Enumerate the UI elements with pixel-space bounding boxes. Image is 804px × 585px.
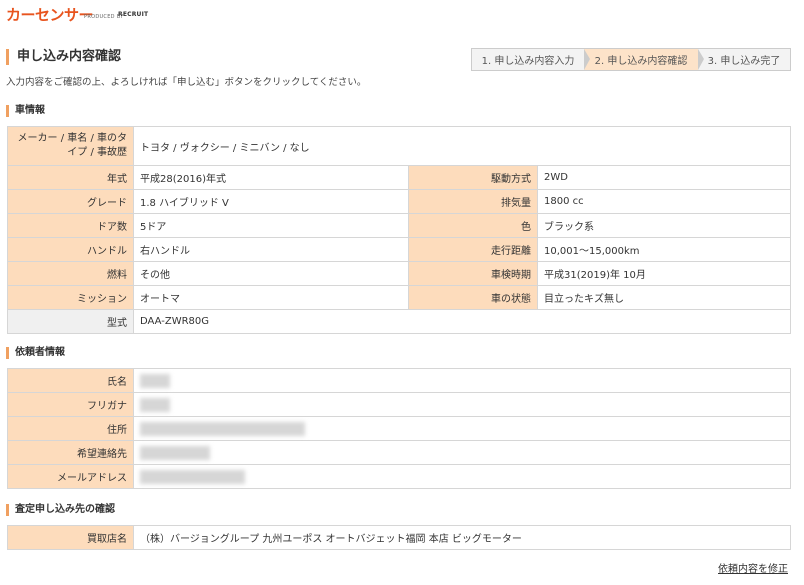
drive-label: 駆動方式 (408, 165, 538, 190)
color-label: 色 (408, 213, 538, 238)
inspection-value: 平成31(2019)年 10月 (536, 261, 792, 286)
fuel-label: 燃料 (7, 261, 134, 286)
name-value-redacted (133, 368, 791, 393)
car-row: グレード 1.8 ハイブリッド V 排気量 1800 cc (7, 189, 792, 214)
furigana-value-redacted (133, 392, 791, 417)
dest-table: 買取店名 （株）バージョングループ 九州ユーポス オートバジェット福岡 本店 ビ… (7, 525, 791, 550)
dest-row: 買取店名 （株）バージョングループ 九州ユーポス オートバジェット福岡 本店 ビ… (7, 525, 791, 550)
email-value-redacted (133, 464, 791, 489)
displacement-value: 1800 cc (536, 189, 792, 214)
shop-value: （株）バージョングループ 九州ユーポス オートバジェット福岡 本店 ビッグモータ… (133, 525, 791, 550)
doors-value: 5ドア (133, 213, 409, 238)
intro-text: 入力内容をご確認の上、よろしければ「申し込む」ボタンをクリックしてください。 (6, 77, 367, 88)
address-label: 住所 (7, 416, 134, 441)
year-label: 年式 (7, 165, 134, 190)
mileage-value: 10,001～15,000km (536, 237, 792, 262)
requester-row: 希望連絡先 (7, 440, 791, 465)
maker-value: トヨタ / ヴォクシー / ミニバン / なし (132, 126, 792, 166)
requester-row: 氏名 (7, 368, 791, 393)
year-value: 平成28(2016)年式 (133, 165, 409, 190)
transmission-value: オートマ (133, 285, 409, 310)
model-row: 型式 DAA-ZWR80G (7, 309, 792, 334)
car-section-title: 車情報 (6, 105, 45, 117)
edit-request-link[interactable]: 依頼内容を修正 (718, 560, 788, 575)
recruit-logo: RECRUIT (118, 11, 149, 18)
progress-steps: 1. 申し込み内容入力 2. 申し込み内容確認 3. 申し込み完了 (471, 48, 791, 71)
car-row: ハンドル 右ハンドル 走行距離 10,001～15,000km (7, 237, 792, 262)
requester-table: 氏名 フリガナ 住所 希望連絡先 メールアドレス (7, 368, 791, 489)
shop-label: 買取店名 (7, 525, 134, 550)
transmission-label: ミッション (7, 285, 134, 310)
drive-value: 2WD (536, 165, 792, 190)
car-row: ドア数 5ドア 色 ブラック系 (7, 213, 792, 238)
requester-row: フリガナ (7, 392, 791, 417)
displacement-label: 排気量 (408, 189, 538, 214)
car-maker-row: メーカー / 車名 / 車のタイプ / 事故歴 トヨタ / ヴォクシー / ミニ… (7, 126, 792, 166)
grade-value: 1.8 ハイブリッド V (133, 189, 409, 214)
grade-label: グレード (7, 189, 134, 214)
maker-label: メーカー / 車名 / 車のタイプ / 事故歴 (7, 126, 134, 166)
step-3-label: 3. 申し込み完了 (707, 56, 781, 67)
dest-section-title: 査定申し込み先の確認 (6, 504, 115, 516)
header: カーセンサー PRODUCED BY RECRUIT (0, 0, 804, 36)
color-value: ブラック系 (536, 213, 792, 238)
car-row: 燃料 その他 車検時期 平成31(2019)年 10月 (7, 261, 792, 286)
step-3: 3. 申し込み完了 (698, 49, 790, 70)
step-2-label: 2. 申し込み内容確認 (594, 56, 688, 67)
step-separator (584, 49, 590, 70)
condition-label: 車の状態 (408, 285, 538, 310)
requester-row: 住所 (7, 416, 791, 441)
model-label: 型式 (7, 309, 134, 334)
step-separator (698, 49, 704, 70)
name-label: 氏名 (7, 368, 134, 393)
contact-label: 希望連絡先 (7, 440, 134, 465)
car-info-table: メーカー / 車名 / 車のタイプ / 事故歴 トヨタ / ヴォクシー / ミニ… (7, 126, 792, 334)
requester-row: メールアドレス (7, 464, 791, 489)
requester-section-title: 依頼者情報 (6, 347, 65, 359)
address-value-redacted (133, 416, 791, 441)
doors-label: ドア数 (7, 213, 134, 238)
furigana-label: フリガナ (7, 392, 134, 417)
contact-value-redacted (133, 440, 791, 465)
step-1-label: 1. 申し込み内容入力 (481, 56, 575, 67)
carsensor-logo[interactable]: カーセンサー (6, 4, 94, 25)
email-label: メールアドレス (7, 464, 134, 489)
condition-value: 目立ったキズ無し (536, 285, 792, 310)
fuel-value: その他 (133, 261, 409, 286)
model-value: DAA-ZWR80G (132, 309, 792, 334)
step-2-current: 2. 申し込み内容確認 (584, 49, 704, 70)
handle-value: 右ハンドル (133, 237, 409, 262)
step-1: 1. 申し込み内容入力 (472, 49, 590, 70)
car-row: 年式 平成28(2016)年式 駆動方式 2WD (7, 165, 792, 190)
inspection-label: 車検時期 (408, 261, 538, 286)
page-title: 申し込み内容確認 (6, 49, 121, 65)
mileage-label: 走行距離 (408, 237, 538, 262)
car-row: ミッション オートマ 車の状態 目立ったキズ無し (7, 285, 792, 310)
handle-label: ハンドル (7, 237, 134, 262)
